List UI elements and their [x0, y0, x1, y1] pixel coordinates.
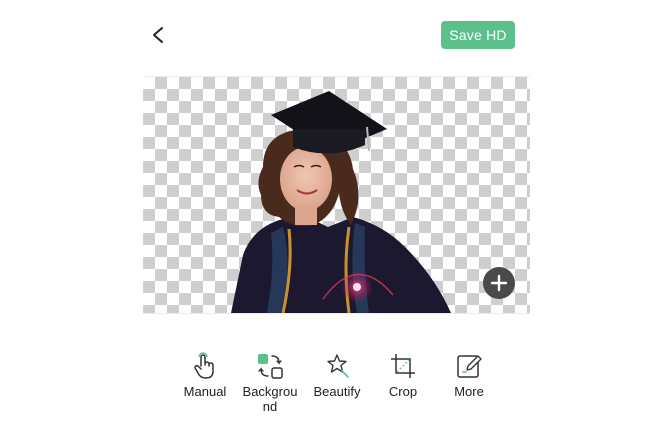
tool-manual-label: Manual [183, 384, 227, 399]
tool-more-label: More [454, 384, 484, 399]
chevron-left-icon [153, 27, 163, 43]
edit-pencil-icon [454, 352, 484, 380]
tool-crop-label: Crop [388, 384, 418, 399]
back-button[interactable] [145, 22, 171, 48]
hand-pointer-icon [190, 352, 220, 380]
add-layer-button[interactable] [483, 267, 515, 299]
tool-background-label: Backgrou nd [242, 384, 298, 414]
bottom-toolbar: Manual Backgrou nd Beautify Crop More [0, 352, 650, 422]
tool-crop[interactable]: Crop [372, 352, 434, 399]
image-canvas[interactable] [143, 76, 530, 314]
subject-cutout-image [231, 91, 451, 313]
editor-screen: Save HD Manual Backgrou nd Beautify Crop… [0, 0, 650, 430]
tool-beautify[interactable]: Beautify [306, 352, 368, 399]
save-hd-button[interactable]: Save HD [441, 21, 515, 49]
plus-icon [490, 274, 508, 292]
crop-icon [388, 352, 418, 380]
background-swap-icon [255, 352, 285, 380]
tool-more[interactable]: More [438, 352, 500, 399]
tool-manual[interactable]: Manual [174, 352, 236, 399]
tool-background[interactable]: Backgrou nd [239, 352, 301, 414]
magic-wand-star-icon [322, 352, 352, 380]
tool-beautify-label: Beautify [313, 384, 361, 399]
